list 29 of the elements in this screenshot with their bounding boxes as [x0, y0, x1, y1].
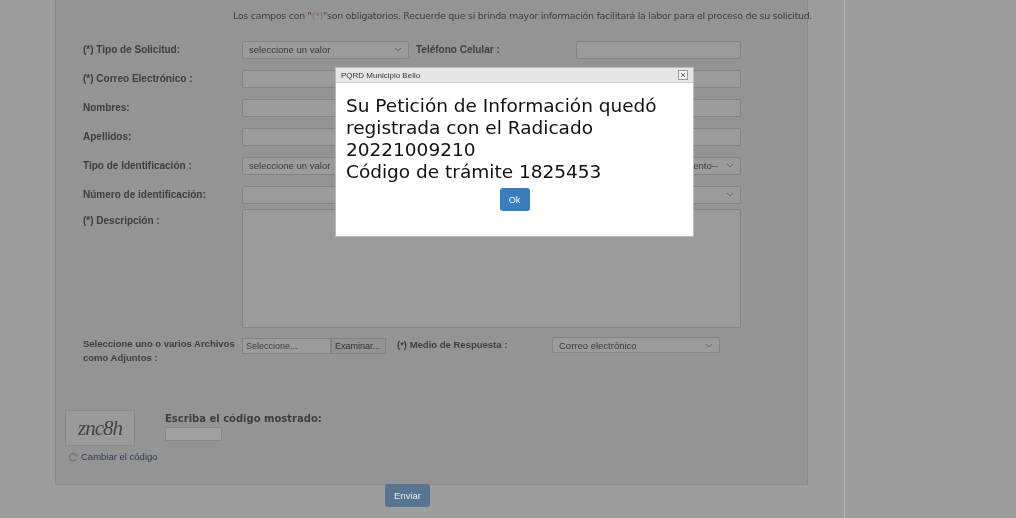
caret-icon	[705, 342, 713, 348]
select-field[interactable]: seleccione un valor	[242, 40, 409, 59]
captcha-field[interactable]	[165, 427, 222, 441]
captcha-image: znc8h	[65, 410, 135, 446]
required-fields-notice: Los campos con "(*)"son obligatorios. Recuerde que si brinda mayor información facilitará la labor para el proceso de su solicitud.	[233, 10, 813, 21]
caret-icon	[394, 47, 402, 52]
field-label: (*) Tipo de Solicitud:	[83, 44, 182, 55]
field-label: (*) Descripción :	[83, 215, 161, 228]
change-code-link[interactable]: Cambiar el código	[81, 451, 158, 462]
select-field[interactable]: Correo electrónico	[552, 337, 720, 353]
field-label: Apellidos:	[83, 131, 133, 142]
send-button[interactable]: Enviar	[385, 484, 430, 507]
field-label: Nombres:	[83, 102, 131, 113]
captcha-label: Escriba el código mostrado:	[165, 413, 322, 424]
ok-button[interactable]: Ok	[499, 188, 530, 211]
browse-button[interactable]: Examinar...	[331, 338, 386, 354]
field-label: (*) Medio de Respuesta :	[397, 339, 509, 350]
refresh-icon	[68, 451, 78, 462]
field-label: Teléfono Celular :	[415, 44, 501, 55]
field-label: Seleccione uno o varios Archivos como Adjuntos :	[83, 337, 236, 365]
field-label: (*) Correo Electrónico :	[83, 73, 194, 84]
field-label: Número de identificación:	[83, 189, 207, 200]
close-icon[interactable]	[678, 70, 688, 80]
text-field[interactable]	[576, 40, 741, 59]
caret-icon	[726, 163, 734, 168]
file-field[interactable]: Seleccione...	[242, 338, 331, 354]
dialog-title: PQRD Municipio Bello	[341, 70, 421, 80]
field-label: Tipo de Identificación :	[83, 160, 193, 171]
caret-icon	[726, 192, 734, 197]
